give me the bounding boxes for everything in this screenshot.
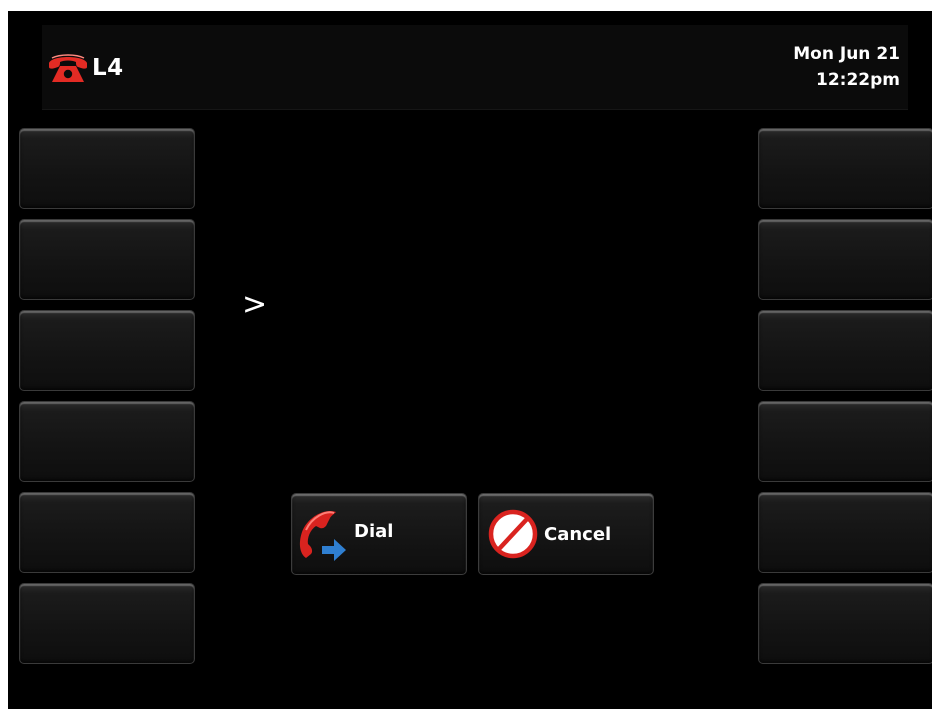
- cancel-prohibited-icon: [488, 509, 538, 559]
- phone-screen: L4 Mon Jun 21 12:22pm > Dial Cancel: [8, 11, 932, 709]
- line-label: L4: [92, 55, 124, 81]
- dial-handset-arrow-icon: [296, 506, 352, 562]
- line-indicator[interactable]: L4: [46, 53, 124, 83]
- left-softkey-4[interactable]: [19, 401, 195, 482]
- date-time: Mon Jun 21 12:22pm: [793, 41, 900, 93]
- time-text: 12:22pm: [816, 70, 900, 90]
- dial-button[interactable]: Dial: [291, 493, 467, 575]
- cancel-label: Cancel: [544, 523, 612, 545]
- right-softkey-5[interactable]: [758, 492, 932, 573]
- date-text: Mon Jun 21: [793, 44, 900, 64]
- dial-label: Dial: [354, 520, 394, 542]
- right-softkey-2[interactable]: [758, 219, 932, 300]
- right-softkey-4[interactable]: [758, 401, 932, 482]
- left-softkey-2[interactable]: [19, 219, 195, 300]
- status-bar: L4 Mon Jun 21 12:22pm: [42, 25, 908, 110]
- left-softkey-5[interactable]: [19, 492, 195, 573]
- right-softkey-1[interactable]: [758, 128, 932, 209]
- left-softkey-1[interactable]: [19, 128, 195, 209]
- right-softkey-6[interactable]: [758, 583, 932, 664]
- dial-prompt: >: [242, 287, 268, 322]
- right-softkey-3[interactable]: [758, 310, 932, 391]
- cancel-button[interactable]: Cancel: [478, 493, 654, 575]
- red-handset-icon: [46, 52, 90, 84]
- left-softkey-6[interactable]: [19, 583, 195, 664]
- left-softkey-3[interactable]: [19, 310, 195, 391]
